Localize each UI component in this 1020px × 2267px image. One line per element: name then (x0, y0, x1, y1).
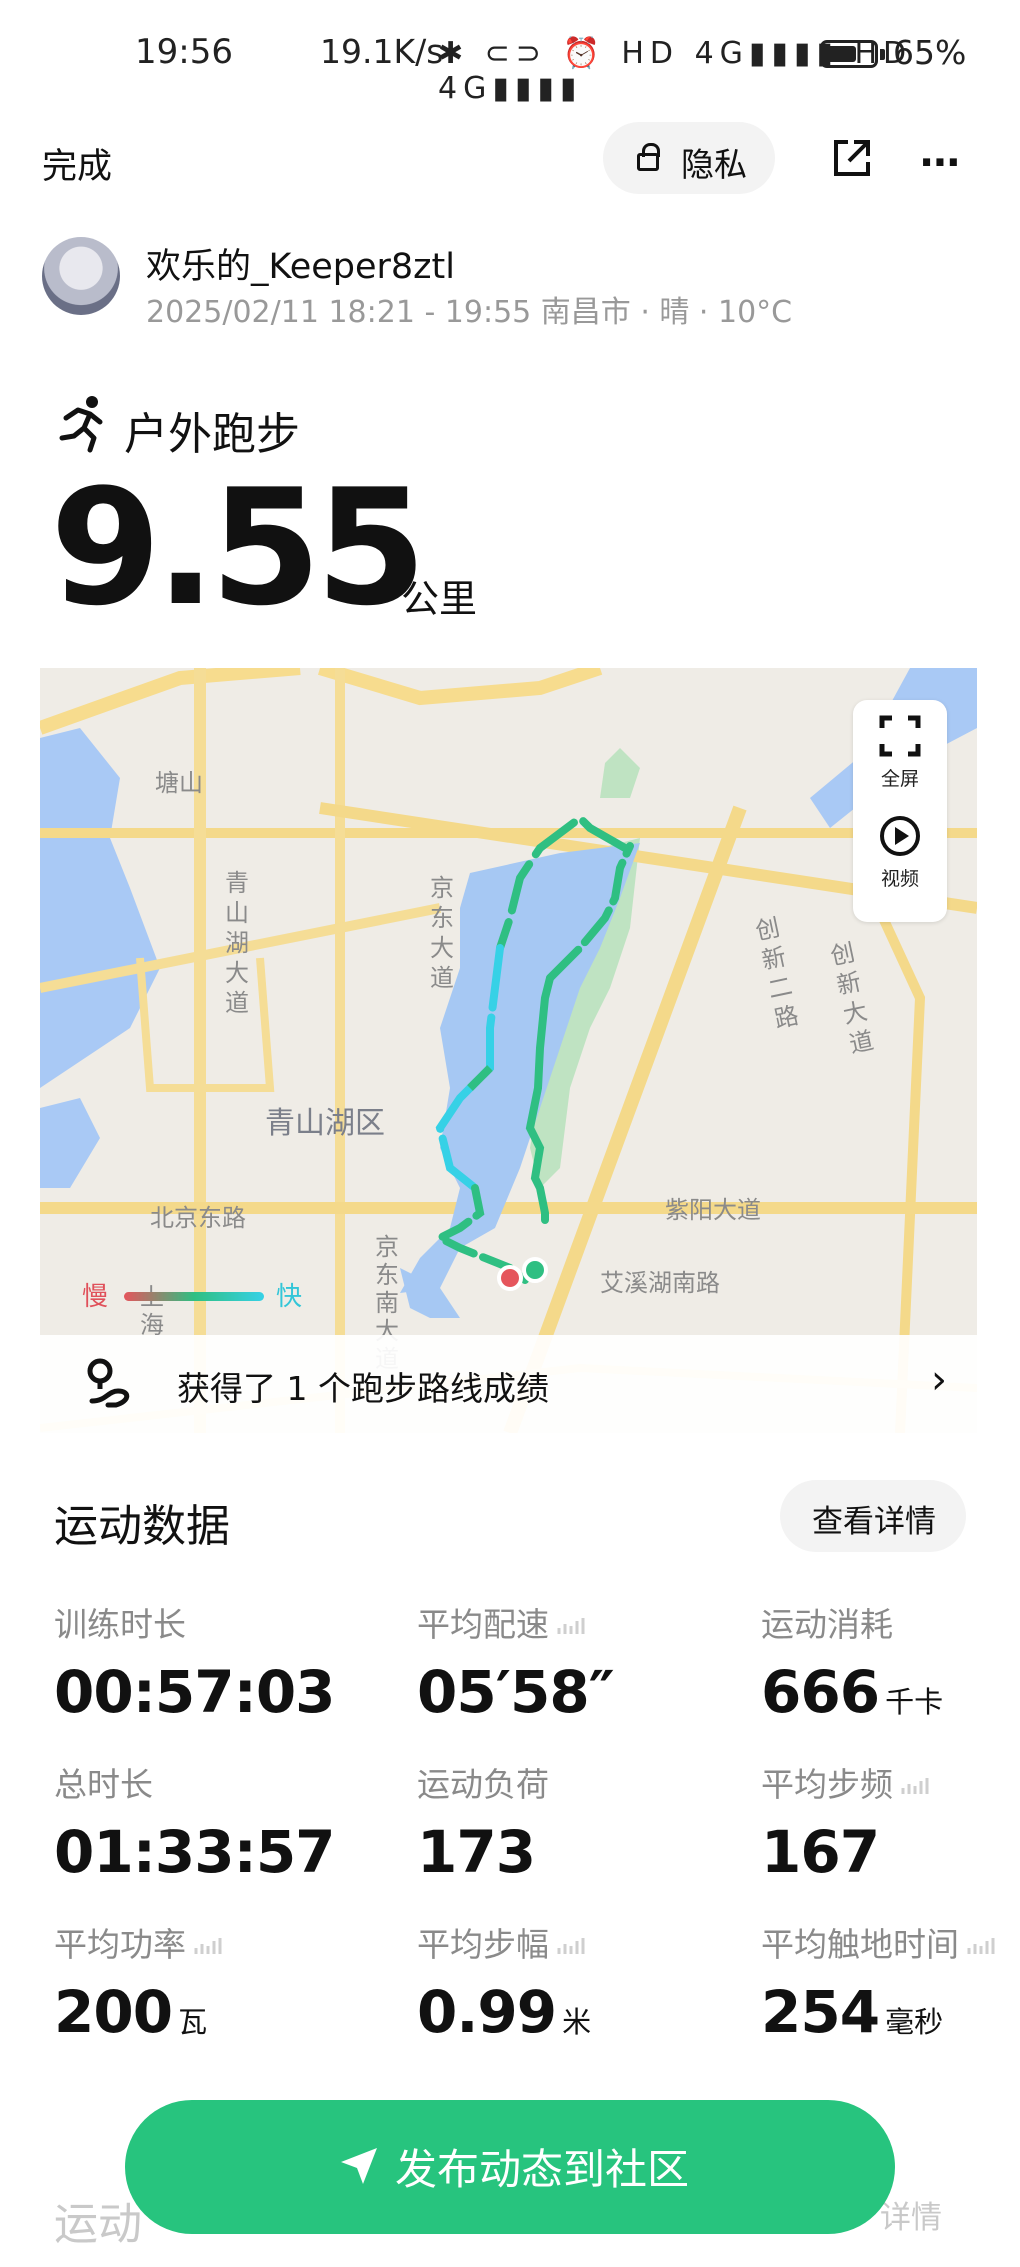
route-pin-icon (87, 1358, 130, 1408)
stat-value: 200 (54, 1978, 173, 2046)
legend-slow: 慢 (82, 1282, 109, 1312)
trend-chart-icon[interactable] (194, 1925, 222, 1954)
stat-label: 运动负荷 (417, 1765, 549, 1804)
stat-unit: 千卡 (885, 1685, 944, 1719)
stat-item: 平均功率 200 瓦 (54, 1918, 222, 2046)
next-section-detail: 详情 (880, 2200, 942, 2236)
next-section-title: 运动 (54, 2199, 142, 2250)
stat-unit: 瓦 (178, 2005, 208, 2039)
route-start-marker (522, 1257, 548, 1283)
stat-value: 0.99 (417, 1978, 557, 2046)
trend-chart-icon[interactable] (557, 1925, 585, 1954)
stat-item: 平均步频 167 (761, 1758, 929, 1886)
stat-value: 00:57:03 (54, 1658, 336, 1726)
video-label[interactable]: 视频 (853, 864, 947, 891)
running-icon (59, 396, 103, 453)
privacy-button[interactable]: 隐私 (603, 122, 775, 194)
view-details-label: 查看详情 (812, 1504, 936, 1540)
stat-value: 666 (761, 1658, 880, 1726)
map-label-aixi-south: 艾溪湖南路 (600, 1269, 720, 1297)
privacy-label: 隐私 (681, 145, 747, 184)
achievement-text: 获得了 1 个跑步路线成绩 (177, 1369, 549, 1408)
battery-icon (820, 40, 878, 68)
publish-to-community-button[interactable]: 发布动态到社区 (125, 2100, 895, 2234)
avatar[interactable] (42, 237, 120, 315)
stat-value: 01:33:57 (54, 1818, 336, 1886)
distance-unit: 公里 (401, 577, 478, 621)
stat-unit: 米 (562, 2005, 592, 2039)
lock-icon (637, 143, 660, 171)
activity-type: 户外跑步 (124, 409, 300, 460)
route-achievement-banner[interactable]: 获得了 1 个跑步路线成绩 › (40, 1335, 977, 1433)
route-end-marker (497, 1265, 523, 1291)
publish-label: 发布动态到社区 (395, 2145, 690, 2194)
stat-item: 平均触地时间 254 毫秒 (761, 1918, 995, 2046)
stat-value: 173 (417, 1818, 536, 1886)
more-icon[interactable]: ⋯ (920, 140, 962, 186)
map-label-qingshanhu-road: 青山湖大道 (225, 869, 249, 1017)
status-bar: 19:56 19.1K/s ✱ ⊂⊃ ⏰ HD 4G▮▮▮▮ HD 4G▮▮▮▮… (0, 0, 1020, 115)
stat-label: 平均步频 (761, 1758, 929, 1806)
activity-meta: 2025/02/11 18:21 - 19:55 南昌市 · 晴 · 10°C (146, 295, 793, 330)
map-label-ziyang: 紫阳大道 (665, 1196, 761, 1224)
play-video-icon[interactable] (878, 814, 922, 858)
view-details-button[interactable]: 查看详情 (780, 1480, 966, 1552)
stat-item: 运动消耗 666 千卡 (761, 1598, 943, 1726)
stat-label: 平均配速 (417, 1598, 614, 1646)
stat-item: 运动负荷 173 (417, 1758, 549, 1886)
trend-chart-icon[interactable] (557, 1605, 585, 1634)
battery-percent: 65% (893, 33, 967, 72)
status-time: 19:56 (135, 32, 233, 72)
stat-label: 运动消耗 (761, 1605, 893, 1644)
stats-title: 运动数据 (54, 1501, 230, 1552)
fullscreen-label[interactable]: 全屏 (853, 764, 947, 791)
stat-label: 平均步幅 (417, 1918, 591, 1966)
network-speed: 19.1K/s (320, 32, 444, 71)
fullscreen-icon[interactable] (878, 714, 922, 758)
stat-label: 平均触地时间 (761, 1918, 995, 1966)
send-icon (341, 2148, 377, 2184)
map-label-jingdong-road: 京东大道 (430, 874, 454, 992)
map-controls: 全屏 视频 (853, 700, 947, 922)
username: 欢乐的_Keeper8ztl (146, 247, 456, 287)
legend-fast: 快 (276, 1282, 303, 1312)
stat-label: 平均功率 (54, 1918, 222, 1966)
trend-chart-icon[interactable] (901, 1765, 929, 1794)
done-button[interactable]: 完成 (42, 138, 112, 189)
battery-tip (880, 49, 885, 60)
stat-item: 训练时长 00:57:03 (54, 1598, 336, 1726)
stat-label: 总时长 (54, 1765, 153, 1804)
stat-value: 05′58″ (417, 1658, 615, 1726)
stat-item: 平均步幅 0.99 米 (417, 1918, 591, 2046)
trend-chart-icon[interactable] (967, 1925, 995, 1954)
map-label-beijing-east: 北京东路 (150, 1204, 246, 1232)
route-map[interactable]: 青山湖区 塘山 青山湖大道 京东大道 创新二路 创新大道 北京东路 紫阳大道 京… (40, 668, 977, 1433)
legend-gradient (124, 1292, 264, 1301)
distance-value: 9.55 (50, 454, 427, 641)
share-icon[interactable] (830, 136, 874, 180)
stat-item: 平均配速 05′58″ (417, 1598, 615, 1726)
stat-value: 254 (761, 1978, 880, 2046)
map-label-tangshan: 塘山 (155, 769, 203, 797)
stat-item: 总时长 01:33:57 (54, 1758, 336, 1886)
stat-label: 训练时长 (54, 1605, 186, 1644)
stat-value: 167 (761, 1818, 880, 1886)
map-label-district: 青山湖区 (265, 1106, 385, 1141)
stat-unit: 毫秒 (885, 2005, 944, 2039)
chevron-right-icon: › (931, 1357, 947, 1403)
